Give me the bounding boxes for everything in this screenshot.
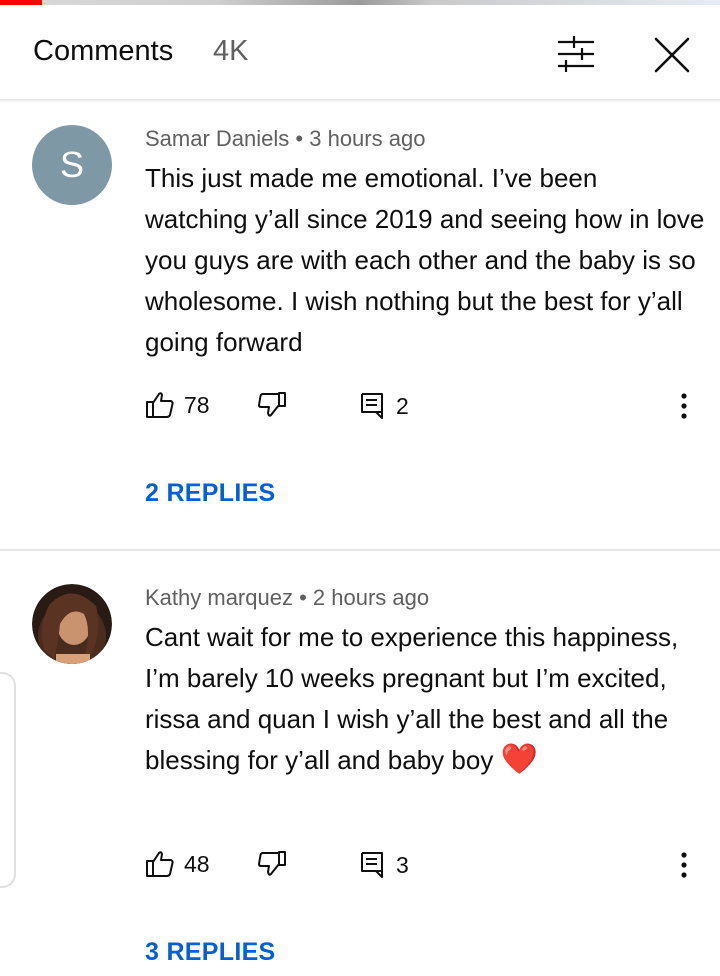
- comment-time: 3 hours ago: [309, 126, 426, 151]
- comments-title: Comments: [33, 35, 174, 67]
- like-button[interactable]: 48: [145, 849, 210, 879]
- comment-text: Cant wait for me to experience this happ…: [145, 617, 705, 781]
- edge-panel-handle[interactable]: [0, 672, 16, 888]
- heart-emoji: ❤️: [500, 743, 538, 776]
- avatar[interactable]: [32, 584, 112, 664]
- more-vert-icon[interactable]: [670, 847, 698, 887]
- comment-author[interactable]: Samar Daniels: [145, 126, 289, 151]
- avatar-letter: S: [59, 144, 84, 185]
- comment-time: 2 hours ago: [312, 585, 430, 610]
- thumb-down-icon: [257, 390, 287, 420]
- header-divider: [0, 99, 720, 103]
- avatar[interactable]: S: [32, 125, 112, 205]
- view-replies-button[interactable]: 2 REPLIES: [145, 479, 276, 508]
- comments-header: Comments 4K: [0, 5, 720, 99]
- reply-icon: [360, 392, 384, 420]
- reply-count: 3: [396, 851, 409, 878]
- thumb-up-icon: [145, 390, 175, 420]
- view-replies-button[interactable]: 3 REPLIES: [145, 938, 276, 967]
- reply-count: 2: [396, 392, 409, 419]
- meta-separator: •: [295, 126, 304, 151]
- comment-text: This just made me emotional. I’ve been w…: [145, 163, 705, 357]
- close-icon[interactable]: [648, 31, 696, 79]
- profile-photo: [32, 584, 112, 664]
- reply-button[interactable]: 2: [360, 392, 409, 420]
- like-count: 78: [184, 391, 210, 418]
- thumb-up-icon: [145, 849, 175, 879]
- reply-icon: [360, 851, 384, 879]
- like-button[interactable]: 78: [145, 390, 210, 420]
- filter-sliders-icon[interactable]: [552, 33, 600, 75]
- like-count: 48: [184, 850, 210, 877]
- comment-text-content: Cant wait for me to experience this happ…: [145, 622, 679, 775]
- more-vert-icon[interactable]: [670, 388, 698, 428]
- comment-author[interactable]: Kathy marquez: [145, 585, 293, 610]
- reply-button[interactable]: 3: [360, 851, 409, 879]
- dislike-button[interactable]: [257, 390, 287, 420]
- comment-divider: [0, 549, 720, 551]
- meta-separator: •: [299, 585, 307, 610]
- dislike-button[interactable]: [257, 849, 287, 879]
- comment-meta: Samar Daniels • 3 hours ago: [145, 126, 425, 152]
- thumb-down-icon: [257, 849, 287, 879]
- comments-count: 4K: [213, 35, 249, 67]
- comment-meta: Kathy marquez • 2 hours ago: [145, 585, 429, 611]
